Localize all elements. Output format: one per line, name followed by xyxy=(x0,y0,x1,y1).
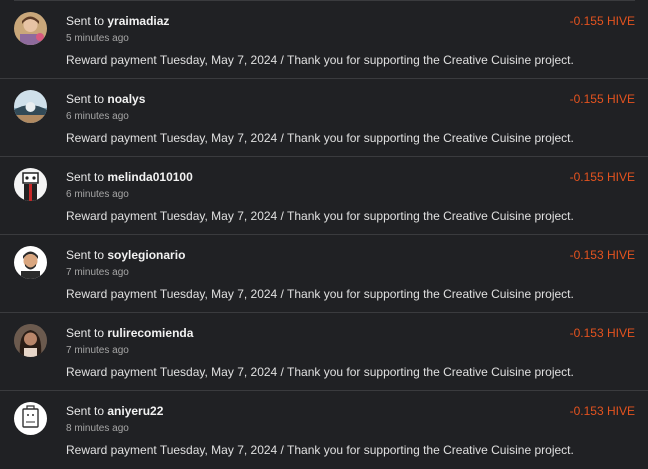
sent-to-line: Sent to yraimadiaz xyxy=(66,14,169,28)
memo-text: Reward payment Tuesday, May 7, 2024 / Th… xyxy=(66,365,574,379)
timestamp: 6 minutes ago xyxy=(66,189,129,200)
timestamp: 6 minutes ago xyxy=(66,111,129,122)
sent-to-line: Sent to melinda010100 xyxy=(66,170,193,184)
sent-to-line: Sent to rulirecomienda xyxy=(66,326,193,340)
recipient-link[interactable]: rulirecomienda xyxy=(107,326,193,340)
recipient-link[interactable]: noalys xyxy=(107,92,145,106)
user-avatar-cartoon[interactable] xyxy=(14,168,47,201)
user-avatar-cartoon-man[interactable] xyxy=(14,246,47,279)
amount: -0.155 HIVE xyxy=(569,170,635,184)
timestamp: 8 minutes ago xyxy=(66,423,129,434)
user-avatar-logo[interactable] xyxy=(14,402,47,435)
user-avatar-landscape[interactable] xyxy=(14,90,47,123)
sent-to-line: Sent to noalys xyxy=(66,92,145,106)
sent-to-label: Sent to xyxy=(66,14,105,28)
sent-to-line: Sent to aniyeru22 xyxy=(66,404,163,418)
transaction-list: Sent to yraimadiaz 5 minutes ago Reward … xyxy=(0,0,648,466)
transaction-row: Sent to yraimadiaz 5 minutes ago Reward … xyxy=(0,1,648,79)
amount: -0.155 HIVE xyxy=(569,14,635,28)
recipient-link[interactable]: aniyeru22 xyxy=(107,404,163,418)
timestamp: 7 minutes ago xyxy=(66,345,129,356)
transaction-row: Sent to noalys 6 minutes ago Reward paym… xyxy=(0,79,648,157)
transaction-row: Sent to melinda010100 6 minutes ago Rewa… xyxy=(0,157,648,235)
memo-text: Reward payment Tuesday, May 7, 2024 / Th… xyxy=(66,443,574,457)
recipient-link[interactable]: yraimadiaz xyxy=(107,14,169,28)
amount: -0.153 HIVE xyxy=(569,404,635,418)
sent-to-line: Sent to soylegionario xyxy=(66,248,185,262)
amount: -0.153 HIVE xyxy=(569,326,635,340)
sent-to-label: Sent to xyxy=(66,404,105,418)
memo-text: Reward payment Tuesday, May 7, 2024 / Th… xyxy=(66,209,574,223)
amount: -0.153 HIVE xyxy=(569,248,635,262)
sent-to-label: Sent to xyxy=(66,326,105,340)
recipient-link[interactable]: melinda010100 xyxy=(107,170,192,184)
user-avatar-photo-woman[interactable] xyxy=(14,324,47,357)
user-avatar-photo[interactable] xyxy=(14,12,47,45)
timestamp: 5 minutes ago xyxy=(66,33,129,44)
memo-text: Reward payment Tuesday, May 7, 2024 / Th… xyxy=(66,287,574,301)
transaction-row: Sent to rulirecomienda 7 minutes ago Rew… xyxy=(0,313,648,391)
sent-to-label: Sent to xyxy=(66,170,105,184)
recipient-link[interactable]: soylegionario xyxy=(107,248,185,262)
transaction-row: Sent to aniyeru22 8 minutes ago Reward p… xyxy=(0,391,648,469)
memo-text: Reward payment Tuesday, May 7, 2024 / Th… xyxy=(66,53,574,67)
sent-to-label: Sent to xyxy=(66,92,105,106)
sent-to-label: Sent to xyxy=(66,248,105,262)
amount: -0.155 HIVE xyxy=(569,92,635,106)
memo-text: Reward payment Tuesday, May 7, 2024 / Th… xyxy=(66,131,574,145)
transaction-row: Sent to soylegionario 7 minutes ago Rewa… xyxy=(0,235,648,313)
timestamp: 7 minutes ago xyxy=(66,267,129,278)
